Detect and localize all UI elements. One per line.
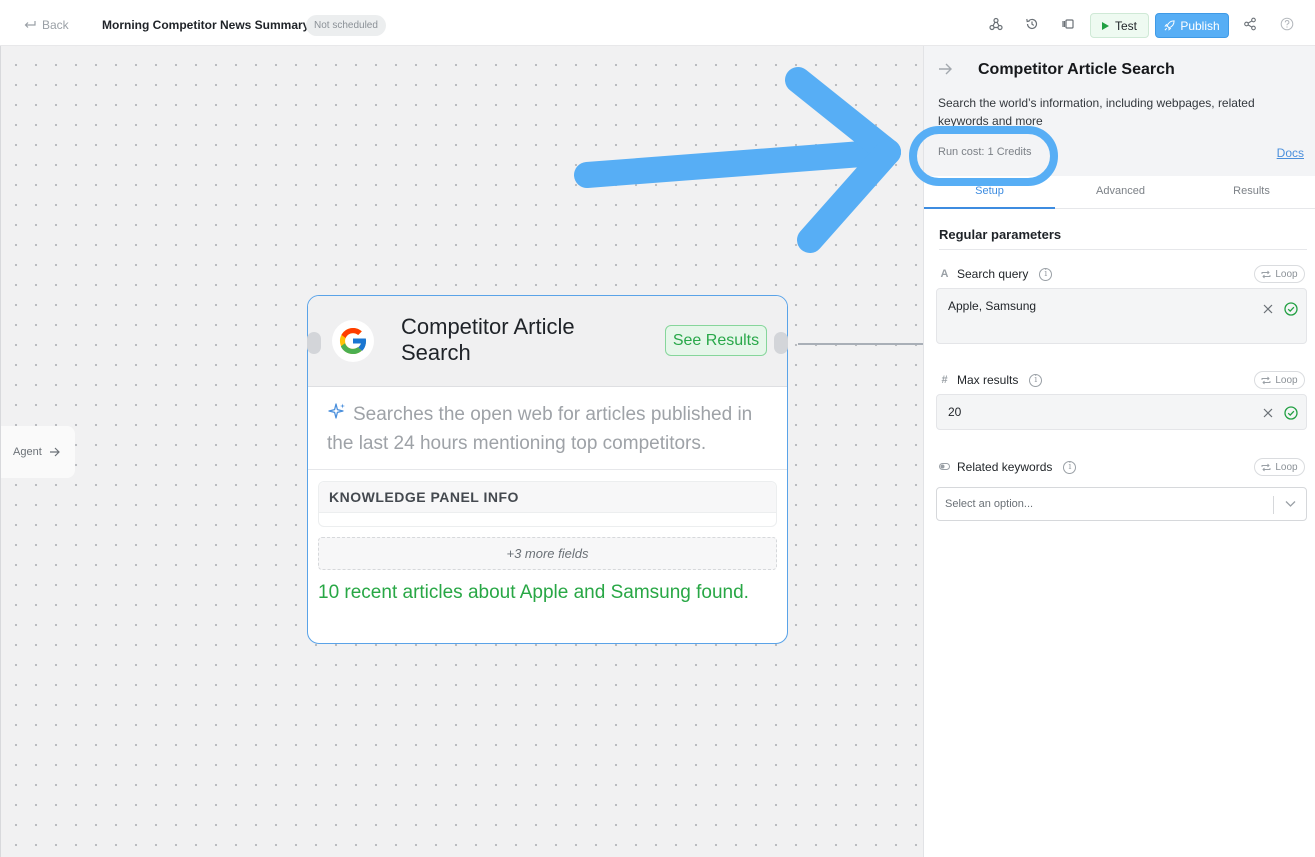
clear-icon[interactable] — [1263, 304, 1273, 314]
publish-label: Publish — [1180, 18, 1220, 33]
top-bar: Back Morning Competitor News Summary Not… — [0, 0, 1315, 46]
loop-icon — [1261, 463, 1271, 471]
collapse-arrow-icon[interactable] — [938, 63, 952, 75]
info-icon[interactable]: i — [1029, 373, 1043, 387]
max-results-label-row: # Max results i — [939, 373, 1043, 387]
text-type-icon: A — [940, 268, 949, 280]
loop-icon — [1261, 376, 1271, 384]
related-keywords-loop-toggle[interactable]: Loop — [1254, 458, 1305, 476]
publish-button[interactable]: Publish — [1155, 13, 1229, 38]
loop-icon — [1261, 270, 1271, 278]
select-separator — [1273, 496, 1274, 514]
back-button[interactable]: Back — [24, 18, 69, 32]
back-label: Back — [42, 18, 69, 32]
panel-tabs: Setup Advanced Results — [924, 176, 1315, 209]
schedule-badge[interactable]: Not scheduled — [306, 15, 386, 36]
play-icon — [1101, 21, 1109, 30]
webhook-icon[interactable] — [988, 16, 1004, 32]
layout-icon[interactable] — [1060, 16, 1076, 32]
tab-advanced[interactable]: Advanced — [1055, 176, 1186, 209]
competitor-article-search-node[interactable]: Competitor Article Search See Results Se… — [307, 295, 788, 644]
test-label: Test — [1114, 18, 1137, 33]
loop-label: Loop — [1275, 374, 1298, 386]
max-results-input[interactable]: 20 — [936, 394, 1307, 430]
check-circle-icon — [1284, 406, 1298, 420]
test-button[interactable]: Test — [1090, 13, 1149, 38]
panel-title: Competitor Article Search — [978, 61, 1175, 78]
max-results-label: Max results — [957, 373, 1019, 387]
history-icon[interactable] — [1024, 16, 1040, 32]
agent-node-label: Agent — [13, 446, 42, 458]
node-description: Searches the open web for articles publi… — [327, 400, 777, 458]
search-query-input[interactable]: Apple, Samsung — [936, 288, 1307, 344]
number-type-icon: # — [941, 374, 948, 386]
tab-setup[interactable]: Setup — [924, 176, 1055, 209]
node-header: Competitor Article Search See Results — [307, 296, 788, 387]
toggle-type-icon — [939, 461, 950, 473]
section-title: Regular parameters — [939, 227, 1062, 242]
tab-results[interactable]: Results — [1186, 176, 1315, 209]
knowledge-panel-section[interactable]: KNOWLEDGE PANEL INFO — [318, 481, 777, 527]
search-query-value: Apple, Samsung — [948, 299, 1037, 313]
see-results-button[interactable]: See Results — [665, 325, 767, 356]
more-fields-button[interactable]: +3 more fields — [318, 537, 777, 570]
max-results-value: 20 — [948, 405, 962, 419]
node-description-text: Searches the open web for articles publi… — [327, 404, 753, 454]
section-divider — [939, 249, 1307, 250]
agent-node-stub[interactable]: Agent — [1, 426, 75, 478]
node-divider — [308, 469, 787, 470]
clear-icon[interactable] — [1263, 408, 1273, 418]
search-query-loop-toggle[interactable]: Loop — [1254, 265, 1305, 283]
node-result-text: 10 recent articles about Apple and Samsu… — [318, 582, 749, 603]
google-logo-icon — [332, 320, 374, 362]
panel-description: Search the world’s information, includin… — [938, 96, 1255, 128]
panel-header: Competitor Article Search Search the wor… — [924, 46, 1315, 176]
share-icon[interactable] — [1242, 16, 1258, 32]
run-cost-label: Run cost: 1 Credits — [938, 146, 1032, 158]
sparkle-icon — [328, 403, 345, 419]
arrow-right-icon — [49, 447, 60, 457]
loop-label: Loop — [1275, 268, 1298, 280]
related-keywords-select[interactable]: Select an option... — [936, 487, 1307, 521]
workflow-title[interactable]: Morning Competitor News Summary — [102, 18, 309, 32]
return-arrow-icon — [24, 21, 36, 28]
info-icon[interactable]: i — [1039, 267, 1053, 281]
docs-link[interactable]: Docs — [1277, 146, 1304, 160]
help-icon[interactable] — [1279, 16, 1295, 32]
related-keywords-label: Related keywords — [957, 460, 1053, 474]
max-results-loop-toggle[interactable]: Loop — [1254, 371, 1305, 389]
knowledge-panel-header: KNOWLEDGE PANEL INFO — [319, 482, 776, 513]
loop-label: Loop — [1275, 461, 1298, 473]
search-query-label-row: A Search query i — [939, 267, 1053, 281]
search-query-label: Search query — [957, 267, 1029, 281]
node-output-handle[interactable] — [774, 332, 788, 354]
select-placeholder: Select an option... — [945, 498, 1034, 510]
chevron-down-icon[interactable] — [1285, 500, 1296, 508]
related-keywords-label-row: Related keywords i — [939, 460, 1077, 474]
check-circle-icon — [1284, 302, 1298, 316]
workflow-canvas[interactable]: Agent Competitor Article Search See Resu… — [0, 46, 924, 857]
node-config-panel: Competitor Article Search Search the wor… — [923, 46, 1315, 857]
node-title: Competitor Article Search — [401, 314, 575, 365]
node-input-handle[interactable] — [307, 332, 321, 354]
node-connector-edge — [798, 343, 924, 345]
rocket-icon — [1164, 20, 1175, 31]
info-icon[interactable]: i — [1063, 460, 1077, 474]
